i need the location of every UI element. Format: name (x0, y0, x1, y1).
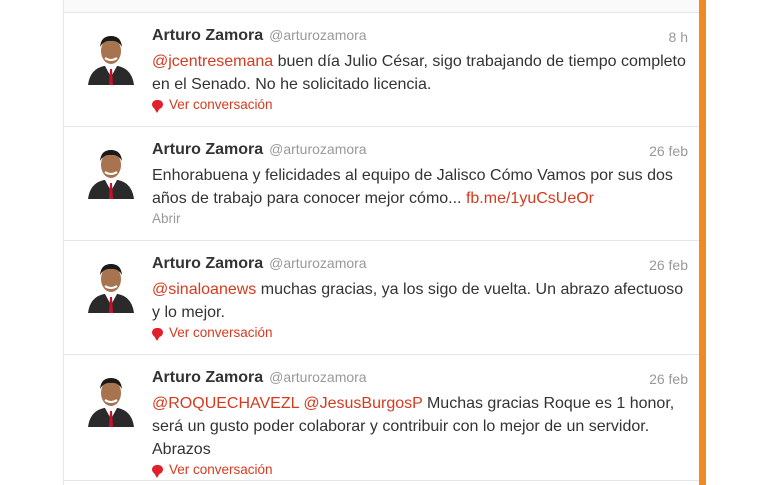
mention-link[interactable]: @jcentresemana (152, 53, 273, 70)
author-name[interactable]: Arturo Zamora (152, 141, 263, 158)
tweet-author[interactable]: Arturo Zamora @arturozamora (152, 369, 367, 387)
tweet-text: @jcentresemana buen día Julio César, sig… (152, 50, 690, 96)
action-label[interactable]: Ver conversación (169, 97, 273, 112)
author-name[interactable]: Arturo Zamora (152, 369, 263, 386)
author-handle[interactable]: @arturozamora (269, 141, 366, 157)
tweet-text: Enhorabuena y felicidades al equipo de J… (152, 164, 690, 210)
tweet-time[interactable]: 8 h (669, 29, 688, 45)
speech-bubble-icon (152, 100, 163, 113)
right-margin (706, 0, 770, 485)
author-handle[interactable]: @arturozamora (269, 369, 366, 385)
tweet-text: @sinaloanews muchas gracias, ya los sigo… (152, 278, 690, 324)
tweet[interactable]: Arturo Zamora @arturozamora 26 feb Enhora… (64, 127, 700, 241)
avatar[interactable] (82, 369, 140, 427)
timeline: Arturo Zamora @arturozamora 8 h @jcentres… (63, 0, 700, 485)
tweet[interactable]: Arturo Zamora @arturozamora 8 h @jcentres… (64, 13, 700, 127)
tweet-time[interactable]: 26 feb (649, 257, 688, 273)
author-handle[interactable]: @arturozamora (269, 255, 366, 271)
author-handle[interactable]: @arturozamora (269, 27, 366, 43)
speech-bubble-icon (152, 328, 163, 341)
tweet[interactable]: Arturo Zamora @arturozamora 26 feb @sinal… (64, 241, 700, 355)
tweet[interactable]: Arturo Zamora @arturozamora 26 feb @ROQUE… (64, 355, 700, 481)
action-label[interactable]: Ver conversación (169, 462, 273, 477)
action-label[interactable]: Ver conversación (169, 325, 273, 340)
author-name[interactable]: Arturo Zamora (152, 27, 263, 44)
url-link[interactable]: fb.me/1yuCsUeOr (466, 190, 594, 207)
author-name[interactable]: Arturo Zamora (152, 255, 263, 272)
view-conversation-link[interactable]: Ver conversación (152, 325, 273, 341)
left-margin (0, 0, 63, 485)
mention-link[interactable]: @ROQUECHAVEZL (152, 395, 299, 412)
avatar[interactable] (82, 255, 140, 313)
tweet-time[interactable]: 26 feb (649, 371, 688, 387)
mention-link[interactable]: @JesusBurgosP (303, 395, 422, 412)
tweet-author[interactable]: Arturo Zamora @arturozamora (152, 141, 367, 159)
previous-tweet-edge (64, 0, 700, 13)
avatar[interactable] (82, 27, 140, 85)
tweet-time[interactable]: 26 feb (649, 143, 688, 159)
tweet-text: @ROQUECHAVEZL @JesusBurgosP Muchas graci… (152, 392, 690, 461)
avatar[interactable] (82, 141, 140, 199)
open-link[interactable]: Abrir (152, 211, 181, 226)
mention-link[interactable]: @sinaloanews (152, 281, 256, 298)
speech-bubble-icon (152, 465, 163, 478)
view-conversation-link[interactable]: Ver conversación (152, 97, 273, 113)
action-label[interactable]: Abrir (152, 211, 181, 226)
tweet-body: Enhorabuena y felicidades al equipo de J… (152, 167, 673, 207)
tweet-author[interactable]: Arturo Zamora @arturozamora (152, 27, 367, 45)
tweet-author[interactable]: Arturo Zamora @arturozamora (152, 255, 367, 273)
view-conversation-link[interactable]: Ver conversación (152, 462, 273, 478)
page-accent-bar (699, 0, 706, 485)
